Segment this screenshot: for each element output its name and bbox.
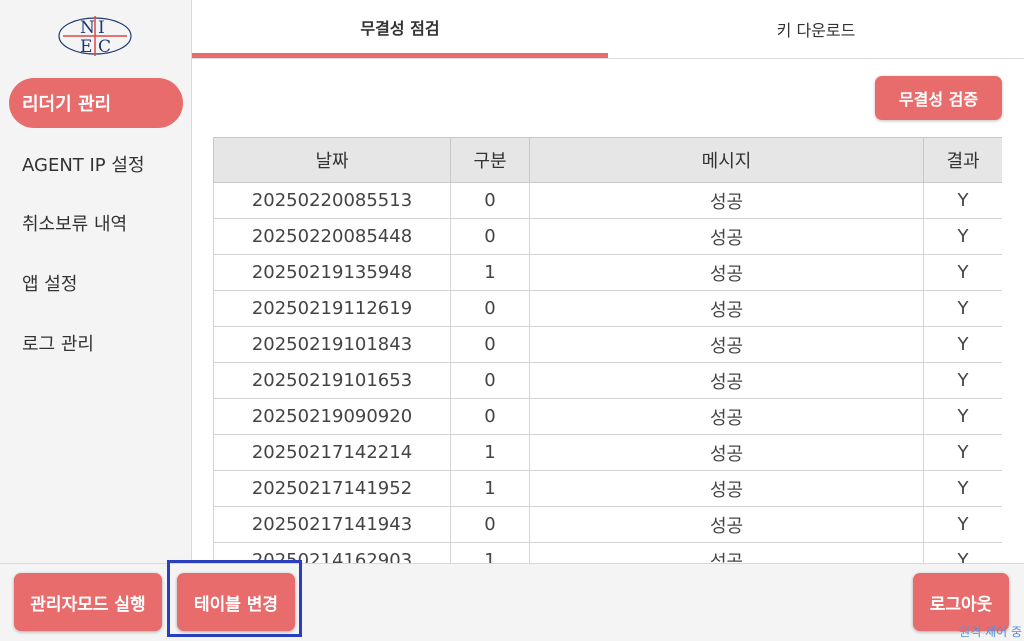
svg-text:N: N bbox=[80, 18, 95, 38]
table-row[interactable]: 20250219101843 0 성공 Y bbox=[213, 326, 1002, 363]
cell-type: 1 bbox=[450, 434, 530, 471]
admin-mode-button[interactable]: 관리자모드 실행 bbox=[14, 573, 162, 631]
sidebar-item-cancel-hold-history[interactable]: 취소보류 내역 bbox=[9, 198, 183, 248]
cell-type: 0 bbox=[450, 398, 530, 435]
sidebar-item-label: 로그 관리 bbox=[22, 334, 94, 355]
cell-date: 20250219090920 bbox=[213, 398, 451, 435]
cell-type: 0 bbox=[450, 182, 530, 219]
cell-message: 성공 bbox=[529, 254, 924, 291]
cell-date: 20250219112619 bbox=[213, 290, 451, 327]
cell-date: 20250220085513 bbox=[213, 182, 451, 219]
cell-date: 20250214162903 bbox=[213, 542, 451, 563]
cell-date: 20250219101653 bbox=[213, 362, 451, 399]
cell-message: 성공 bbox=[529, 326, 924, 363]
table-row[interactable]: 20250217141943 0 성공 Y bbox=[213, 506, 1002, 543]
nice-logo: N I E C bbox=[58, 16, 132, 57]
tab-label: 키 다운로드 bbox=[776, 21, 856, 40]
cell-date: 20250219101843 bbox=[213, 326, 451, 363]
cell-type: 0 bbox=[450, 506, 530, 543]
cell-date: 20250219135948 bbox=[213, 254, 451, 291]
sidebar-item-log-management[interactable]: 로그 관리 bbox=[9, 318, 183, 368]
table-row[interactable]: 20250217142214 1 성공 Y bbox=[213, 434, 1002, 471]
cell-result: Y bbox=[923, 398, 1002, 435]
tab-bar: 무결성 점검 키 다운로드 bbox=[192, 0, 1024, 59]
cell-result: Y bbox=[923, 470, 1002, 507]
cell-result: Y bbox=[923, 182, 1002, 219]
cell-type: 1 bbox=[450, 254, 530, 291]
cell-result: Y bbox=[923, 362, 1002, 399]
table-body: 20250220085513 0 성공 Y 20250220085448 0 성공 Y 2025… bbox=[213, 182, 1002, 563]
cell-result: Y bbox=[923, 434, 1002, 471]
cell-type: 0 bbox=[450, 362, 530, 399]
change-table-button[interactable]: 테이블 변경 bbox=[177, 573, 295, 631]
cell-message: 성공 bbox=[529, 182, 924, 219]
table-header-row: 날짜 구분 메시지 결과 bbox=[213, 137, 1002, 183]
cell-message: 성공 bbox=[529, 470, 924, 507]
integrity-table: 날짜 구분 메시지 결과 20250220085513 0 성공 Y 202502200… bbox=[213, 137, 1002, 563]
table-row[interactable]: 20250214162903 1 성공 Y bbox=[213, 542, 1002, 563]
integrity-table-container[interactable]: 날짜 구분 메시지 결과 20250220085513 0 성공 Y 202502200… bbox=[213, 137, 1002, 563]
cell-date: 20250217141943 bbox=[213, 506, 451, 543]
cell-message: 성공 bbox=[529, 398, 924, 435]
svg-text:I: I bbox=[98, 18, 105, 38]
cell-type: 0 bbox=[450, 326, 530, 363]
cell-message: 성공 bbox=[529, 362, 924, 399]
table-row[interactable]: 20250219135948 1 성공 Y bbox=[213, 254, 1002, 291]
cell-result: Y bbox=[923, 218, 1002, 255]
cell-type: 1 bbox=[450, 542, 530, 563]
sidebar-item-agent-ip-settings[interactable]: AGENT IP 설정 bbox=[9, 139, 183, 189]
sidebar-item-label: 앱 설정 bbox=[22, 274, 78, 295]
sidebar: N I E C 리더기 관리 AGENT IP 설정 취소보류 내역 앱 설정 … bbox=[0, 0, 192, 563]
tab-integrity-check[interactable]: 무결성 점검 bbox=[192, 0, 608, 58]
integrity-verify-button[interactable]: 무결성 검증 bbox=[875, 76, 1002, 120]
cell-result: Y bbox=[923, 506, 1002, 543]
sidebar-item-app-settings[interactable]: 앱 설정 bbox=[9, 258, 183, 308]
tab-label: 무결성 점검 bbox=[360, 18, 440, 38]
table-row[interactable]: 20250219090920 0 성공 Y bbox=[213, 398, 1002, 435]
cell-type: 0 bbox=[450, 218, 530, 255]
sidebar-item-reader-management[interactable]: 리더기 관리 bbox=[9, 78, 183, 128]
sidebar-item-label: 취소보류 내역 bbox=[22, 214, 128, 235]
cell-result: Y bbox=[923, 290, 1002, 327]
cell-date: 20250217141952 bbox=[213, 470, 451, 507]
table-row[interactable]: 20250220085448 0 성공 Y bbox=[213, 218, 1002, 255]
cell-result: Y bbox=[923, 542, 1002, 563]
table-row[interactable]: 20250220085513 0 성공 Y bbox=[213, 182, 1002, 219]
table-row[interactable]: 20250219112619 0 성공 Y bbox=[213, 290, 1002, 327]
cell-message: 성공 bbox=[529, 218, 924, 255]
tab-key-download[interactable]: 키 다운로드 bbox=[608, 0, 1024, 58]
cell-message: 성공 bbox=[529, 290, 924, 327]
sidebar-item-label: AGENT IP 설정 bbox=[22, 155, 145, 176]
cell-message: 성공 bbox=[529, 434, 924, 471]
cell-message: 성공 bbox=[529, 542, 924, 563]
column-header-type: 구분 bbox=[450, 137, 530, 183]
svg-text:E: E bbox=[80, 37, 92, 57]
column-header-date: 날짜 bbox=[213, 137, 451, 183]
column-header-message: 메시지 bbox=[529, 137, 924, 183]
table-row[interactable]: 20250217141952 1 성공 Y bbox=[213, 470, 1002, 507]
cell-date: 20250217142214 bbox=[213, 434, 451, 471]
column-header-result: 결과 bbox=[923, 137, 1002, 183]
cell-result: Y bbox=[923, 254, 1002, 291]
cell-type: 0 bbox=[450, 290, 530, 327]
table-row[interactable]: 20250219101653 0 성공 Y bbox=[213, 362, 1002, 399]
cell-type: 1 bbox=[450, 470, 530, 507]
cell-result: Y bbox=[923, 326, 1002, 363]
remote-control-status: 원격 제어 중 bbox=[959, 625, 1022, 639]
sidebar-item-label: 리더기 관리 bbox=[22, 94, 112, 115]
svg-text:C: C bbox=[98, 37, 111, 57]
cell-date: 20250220085448 bbox=[213, 218, 451, 255]
cell-message: 성공 bbox=[529, 506, 924, 543]
